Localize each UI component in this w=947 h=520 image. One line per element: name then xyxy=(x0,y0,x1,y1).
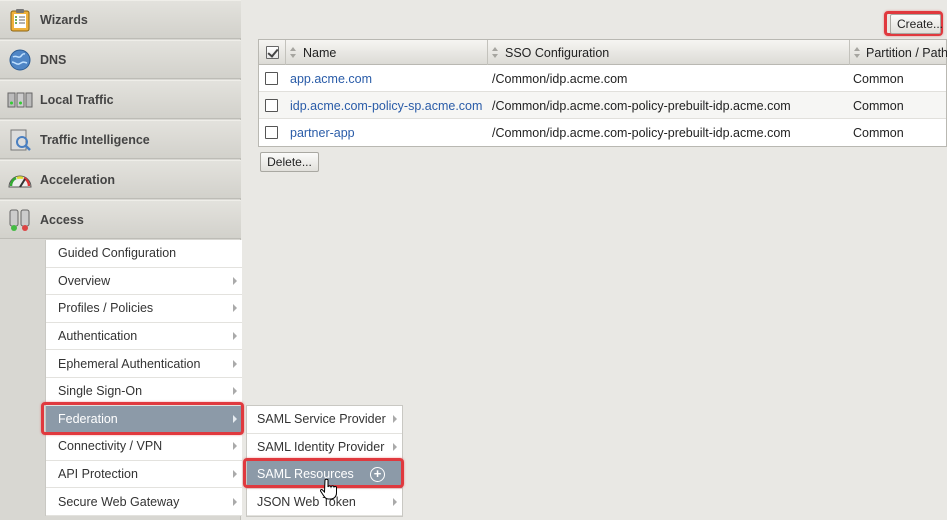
sort-icon xyxy=(492,47,499,58)
sort-icon xyxy=(290,47,297,58)
globe-icon xyxy=(7,47,33,73)
row-select xyxy=(265,92,278,119)
column-label: Partition / Path xyxy=(866,45,947,60)
table-row: app.acme.com /Common/idp.acme.com Common xyxy=(259,65,946,92)
chevron-right-icon xyxy=(233,332,237,341)
menu-item-label: Federation xyxy=(58,411,118,426)
nav-item-label: Acceleration xyxy=(40,172,116,187)
nav-item-label: Wizards xyxy=(40,12,88,27)
menu-item-label: SAML Resources xyxy=(257,467,354,482)
menu-item-saml-service-provider[interactable]: SAML Service Provider xyxy=(247,406,402,434)
chevron-right-icon xyxy=(233,497,237,506)
resource-name-link[interactable]: app.acme.com xyxy=(290,65,372,92)
add-icon[interactable]: + xyxy=(370,467,385,483)
select-all-checkbox[interactable] xyxy=(265,46,279,59)
menu-item-profiles-policies[interactable]: Profiles / Policies xyxy=(46,295,242,323)
partition-cell: Common xyxy=(853,71,904,86)
partition-cell: Common xyxy=(853,98,904,113)
menu-item-label: Connectivity / VPN xyxy=(58,439,163,454)
row-checkbox[interactable] xyxy=(265,126,278,139)
nav-item-access[interactable]: Access xyxy=(0,200,241,239)
row-checkbox[interactable] xyxy=(265,72,278,85)
nav-item-dns[interactable]: DNS xyxy=(0,40,241,79)
chevron-right-icon xyxy=(233,276,237,285)
column-label: Name xyxy=(303,45,337,60)
row-select xyxy=(265,65,278,92)
menu-item-secure-web-gateway[interactable]: Secure Web Gateway xyxy=(46,488,242,516)
menu-item-label: API Protection xyxy=(58,467,138,482)
menu-item-label: Overview xyxy=(58,273,111,288)
partition-cell: Common xyxy=(853,125,904,140)
nav-item-label: Access xyxy=(40,212,84,227)
federation-submenu: SAML Service Provider SAML Identity Prov… xyxy=(246,405,403,518)
nav-item-acceleration[interactable]: Acceleration xyxy=(0,160,241,199)
column-header-sso-configuration[interactable]: SSO Configuration xyxy=(488,40,850,65)
nav-item-label: Local Traffic xyxy=(40,92,114,107)
clipboard-icon xyxy=(7,7,33,33)
menu-item-federation[interactable]: Federation xyxy=(46,405,242,434)
table-header: Name SSO Configuration Partition / Path xyxy=(259,40,947,65)
nav-item-label: Traffic Intelligence xyxy=(40,132,150,147)
chevron-right-icon xyxy=(233,470,237,479)
menu-item-connectivity-vpn[interactable]: Connectivity / VPN xyxy=(46,433,242,461)
menu-item-guided-configuration[interactable]: Guided Configuration xyxy=(46,240,242,268)
nav-item-wizards[interactable]: Wizards xyxy=(0,0,241,39)
menu-item-label: SAML Identity Provider xyxy=(257,439,385,454)
chevron-right-icon xyxy=(233,442,237,451)
chevron-right-icon xyxy=(393,498,397,507)
menu-item-ephemeral-authentication[interactable]: Ephemeral Authentication xyxy=(46,350,242,378)
nav-item-local-traffic[interactable]: Local Traffic xyxy=(0,80,241,119)
sort-icon xyxy=(854,47,860,58)
menu-item-overview[interactable]: Overview xyxy=(46,268,242,296)
access-submenu: Guided Configuration Overview Profiles /… xyxy=(45,240,242,516)
chevron-right-icon xyxy=(233,359,237,368)
nav-item-traffic-intelligence[interactable]: Traffic Intelligence xyxy=(0,120,241,159)
menu-item-single-sign-on[interactable]: Single Sign-On xyxy=(46,378,242,406)
menu-item-label: Profiles / Policies xyxy=(58,301,154,316)
menu-item-label: Single Sign-On xyxy=(58,384,143,399)
menu-item-label: SAML Service Provider xyxy=(257,412,386,427)
menu-item-authentication[interactable]: Authentication xyxy=(46,323,242,351)
menu-item-label: JSON Web Token xyxy=(257,495,356,510)
create-button[interactable]: Create... xyxy=(890,14,943,34)
chevron-right-icon xyxy=(233,414,237,423)
menu-item-label: Authentication xyxy=(58,329,138,344)
sso-configuration-cell: /Common/idp.acme.com-policy-prebuilt-idp… xyxy=(492,125,791,140)
speedometer-icon xyxy=(7,167,33,193)
resource-name-link[interactable]: partner-app xyxy=(290,119,355,146)
column-header-partition-path[interactable]: Partition / Path xyxy=(850,40,947,65)
chevron-right-icon xyxy=(233,304,237,313)
access-icon xyxy=(7,207,33,233)
saml-resources-table: Name SSO Configuration Partition / Path … xyxy=(258,39,947,147)
column-header-name[interactable]: Name xyxy=(286,40,488,65)
row-select xyxy=(265,119,278,146)
select-all-cell xyxy=(259,40,286,65)
table-row: partner-app /Common/idp.acme.com-policy-… xyxy=(259,119,946,146)
column-label: SSO Configuration xyxy=(505,45,610,60)
chevron-right-icon xyxy=(393,415,397,424)
resource-name-link[interactable]: idp.acme.com-policy-sp.acme.com xyxy=(290,92,482,119)
sso-configuration-cell: /Common/idp.acme.com xyxy=(492,71,628,86)
menu-item-api-protection[interactable]: API Protection xyxy=(46,461,242,489)
chevron-right-icon xyxy=(233,387,237,396)
server-icon xyxy=(7,87,33,113)
nav-item-label: DNS xyxy=(40,52,67,67)
row-checkbox[interactable] xyxy=(265,99,278,112)
table-row: idp.acme.com-policy-sp.acme.com /Common/… xyxy=(259,92,946,119)
chevron-right-icon xyxy=(393,442,397,451)
menu-item-label: Secure Web Gateway xyxy=(58,494,180,509)
menu-item-label: Guided Configuration xyxy=(58,246,177,261)
sso-configuration-cell: /Common/idp.acme.com-policy-prebuilt-idp… xyxy=(492,98,791,113)
delete-button[interactable]: Delete... xyxy=(260,152,319,172)
hand-cursor-icon xyxy=(319,478,338,500)
analytics-icon xyxy=(7,127,33,153)
menu-item-label: Ephemeral Authentication xyxy=(58,356,201,371)
menu-item-saml-identity-provider[interactable]: SAML Identity Provider xyxy=(247,434,402,462)
